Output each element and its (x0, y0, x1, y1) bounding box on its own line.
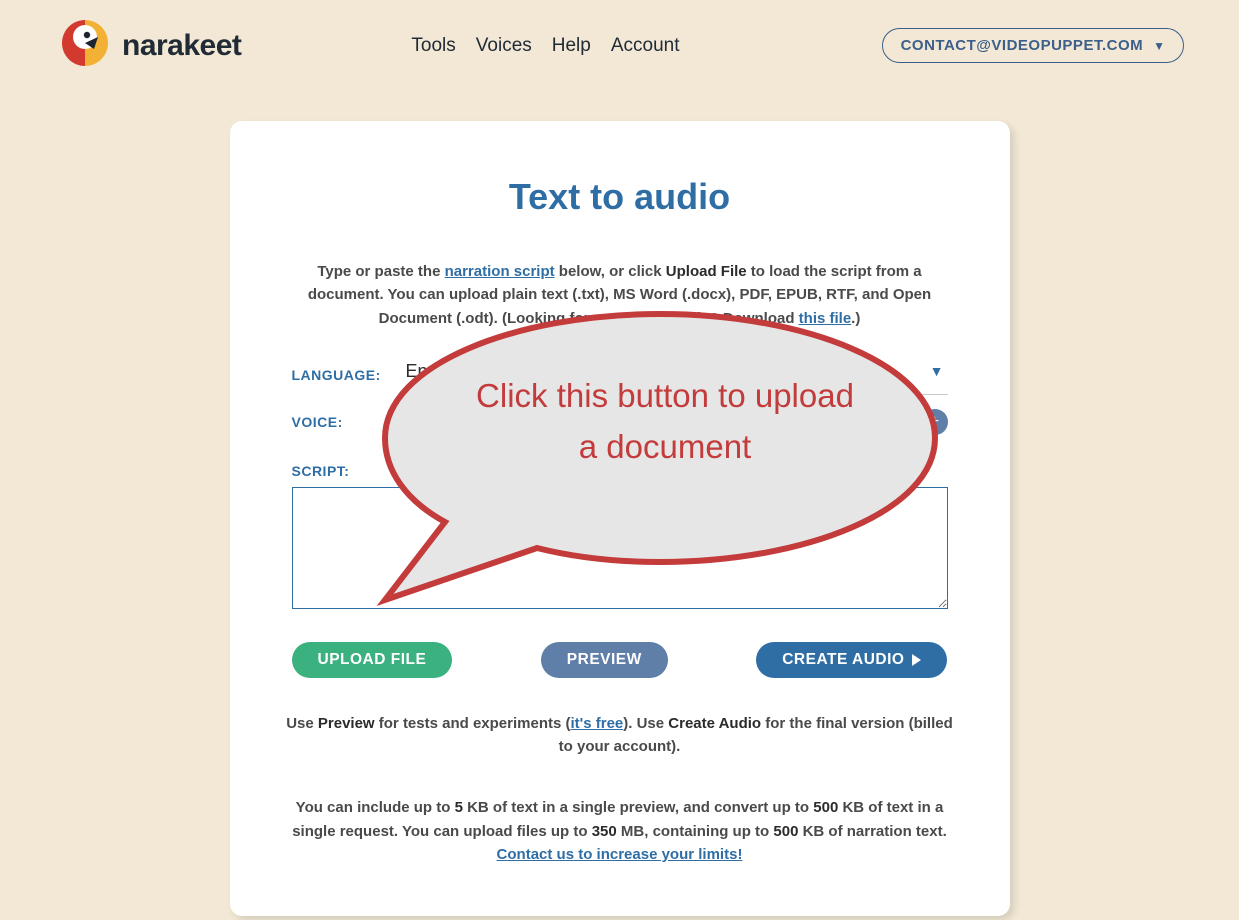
its-free-link[interactable]: it's free (571, 715, 624, 732)
play-icon (912, 654, 921, 666)
voice-value: C (398, 411, 415, 432)
voice-row: VOICE: C + (292, 409, 948, 435)
form: LANGUAGE: English - British ▼ VOICE: C +… (260, 330, 980, 678)
add-voice-button[interactable]: + (922, 409, 948, 435)
script-label-row: SCRIPT: (292, 463, 948, 479)
nav-account[interactable]: Account (611, 35, 680, 57)
parrot-icon (60, 18, 110, 73)
chevron-down-icon: ▼ (930, 363, 948, 379)
nav-voices[interactable]: Voices (476, 35, 532, 57)
nav: Tools Voices Help Account (411, 35, 679, 57)
script-wrap (292, 487, 948, 614)
language-select[interactable]: English - British ▼ (402, 355, 948, 395)
language-value: English - British (406, 361, 531, 382)
page-title: Text to audio (260, 176, 980, 218)
main-card: Text to audio Type or paste the narratio… (230, 121, 1010, 916)
account-dropdown[interactable]: CONTACT@VIDEOPUPPET.COM ▼ (882, 28, 1184, 63)
account-email: CONTACT@VIDEOPUPPET.COM (901, 37, 1144, 54)
contact-limits-link[interactable]: Contact us to increase your limits! (497, 846, 743, 863)
script-label: SCRIPT: (292, 463, 402, 479)
language-label: LANGUAGE: (292, 367, 402, 383)
example-file-link[interactable]: this file (799, 310, 852, 327)
create-audio-button[interactable]: CREATE AUDIO (756, 642, 947, 678)
script-textarea[interactable] (292, 487, 948, 609)
voice-label: VOICE: (292, 414, 398, 430)
intro-text: Type or paste the narration script below… (260, 260, 980, 330)
nav-tools[interactable]: Tools (411, 35, 455, 57)
footer-text-1: Use Preview for tests and experiments (i… (260, 712, 980, 759)
footer-text-2: You can include up to 5 KB of text in a … (260, 796, 980, 866)
chevron-down-icon: ▼ (1153, 39, 1165, 53)
narration-script-link[interactable]: narration script (445, 263, 555, 280)
plus-icon: + (930, 413, 939, 431)
nav-help[interactable]: Help (552, 35, 591, 57)
action-row: UPLOAD FILE PREVIEW CREATE AUDIO (292, 642, 948, 678)
preview-button[interactable]: PREVIEW (541, 642, 668, 678)
upload-file-button[interactable]: UPLOAD FILE (292, 642, 453, 678)
language-row: LANGUAGE: English - British ▼ (292, 355, 948, 395)
logo-text: narakeet (122, 29, 241, 63)
header: narakeet Tools Voices Help Account CONTA… (0, 0, 1239, 73)
logo[interactable]: narakeet (60, 18, 241, 73)
